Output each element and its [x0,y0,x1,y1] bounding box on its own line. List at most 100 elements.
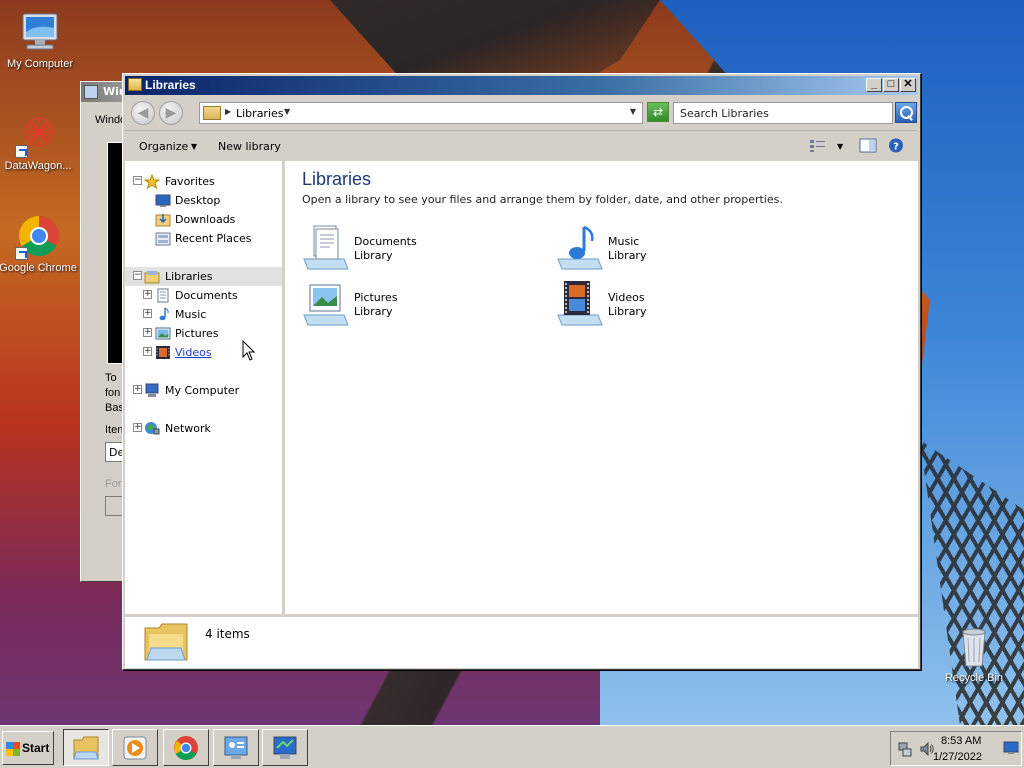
libraries-folder-icon [203,106,221,120]
search-icon[interactable] [895,102,917,123]
expand-icon[interactable]: + [133,385,142,394]
minimize-button[interactable]: _ [866,78,882,92]
control-panel-icon [224,736,248,759]
nav-item-recent-places[interactable]: Recent Places [125,229,282,248]
background-window-disabled-label: For [105,478,122,490]
nav-item-libraries[interactable]: − Libraries [125,267,282,286]
address-history-dropdown-icon[interactable]: ▼ [630,107,636,116]
background-window-text-line: To [105,372,117,384]
view-dropdown-icon[interactable]: ▼ [837,142,843,151]
desktop-icon-label: DataWagon... [4,160,72,172]
background-window-text-line: fon [105,387,121,399]
explorer-folder-icon [73,736,99,760]
refresh-button[interactable]: ⇄ [647,102,669,122]
expand-icon[interactable]: + [143,347,152,356]
page-title: Libraries [302,169,372,189]
back-button[interactable]: ◀ [131,101,155,125]
nav-item-network[interactable]: + Network [125,419,282,438]
network-status-icon[interactable] [897,741,913,757]
breadcrumb-libraries[interactable]: Libraries [236,107,284,120]
forward-button[interactable]: ▶ [159,101,183,125]
breadcrumb-dropdown-icon[interactable]: ▼ [284,107,290,116]
desktop-icon-my-computer[interactable]: My Computer [0,10,80,70]
content-pane: Libraries Open a library to see your fil… [285,161,918,614]
library-pictures[interactable]: Pictures Library [302,279,542,331]
start-button[interactable]: Start [2,731,54,765]
taskbar-chrome-button[interactable] [163,729,209,766]
help-icon[interactable]: ? [887,138,905,153]
address-bar-row: ◀ ▶ ▶ Libraries ▼ ▼ ⇄ Search Libraries [125,96,918,128]
recycle-bin-icon [951,624,997,670]
background-window-item-label: Iten [105,424,124,436]
title-bar[interactable]: Libraries _ □ ✕ [125,76,918,95]
library-music[interactable]: Music Library [556,223,796,275]
libraries-folder-icon [144,623,188,661]
nav-item-my-computer[interactable]: + My Computer [125,381,282,400]
expand-icon[interactable]: + [143,309,152,318]
taskbar-remote-desktop-button[interactable] [262,729,308,766]
chrome-icon [174,736,198,761]
music-note-icon [159,307,169,321]
clock-time[interactable]: 8:53 AM [941,735,981,747]
change-view-icon[interactable] [809,138,827,153]
library-label: Documents Library [354,235,417,262]
documents-icon [157,288,169,303]
show-desktop-icon[interactable] [1003,741,1019,755]
desktop-icon-datawagon[interactable]: DataWagon... [0,112,78,172]
datawagon-icon [15,112,61,158]
breadcrumb-chevron-icon[interactable]: ▶ [225,107,231,116]
library-documents[interactable]: Documents Library [302,223,542,275]
desktop-icon-label: Google Chrome [0,262,77,274]
page-description: Open a library to see your files and arr… [302,193,783,206]
organize-button[interactable]: Organize [139,140,188,153]
music-library-icon [557,225,603,270]
taskbar-media-player-button[interactable] [112,729,158,766]
library-videos[interactable]: Videos Library [556,279,796,331]
command-bar: Organize ▼ New library ▼ ? [125,130,918,160]
expand-icon[interactable]: + [143,290,152,299]
desktop-icon-recycle-bin[interactable]: Recycle Bin [934,624,1014,684]
pictures-library-icon [303,284,349,326]
collapse-icon[interactable]: − [133,176,142,185]
system-tray: 8:53 AM 1/27/2022 [890,731,1022,766]
nav-item-desktop[interactable]: Desktop [125,191,282,210]
nav-item-pictures[interactable]: + Pictures [125,324,282,343]
desktop-icon-label: Recycle Bin [944,672,1004,684]
network-icon [145,422,160,435]
close-button[interactable]: ✕ [900,78,916,92]
recent-places-icon [155,232,171,246]
nav-item-downloads[interactable]: Downloads [125,210,282,229]
maximize-button[interactable]: □ [883,78,899,92]
taskbar-explorer-button[interactable] [63,729,109,766]
remote-desktop-icon [273,736,297,759]
collapse-icon[interactable]: − [133,271,142,280]
expand-icon[interactable]: + [143,328,152,337]
explorer-window[interactable]: Libraries _ □ ✕ ◀ ▶ ▶ Libraries ▼ ▼ ⇄ Se… [122,73,921,670]
nav-item-videos[interactable]: + Videos [125,343,282,362]
libraries-folder-icon [128,78,142,91]
star-icon [144,174,160,189]
navigation-pane: − Favorites Desktop Downloads Recent Pla… [125,161,283,614]
new-library-button[interactable]: New library [218,140,281,153]
desktop-icon-label: My Computer [6,58,74,70]
preview-pane-icon[interactable] [859,138,877,153]
expand-icon[interactable]: + [133,423,142,432]
details-pane: 4 items [125,616,918,668]
nav-item-music[interactable]: + Music [125,305,282,324]
taskbar-control-panel-button[interactable] [213,729,259,766]
downloads-folder-icon [155,214,171,227]
videos-library-icon [557,281,603,326]
libraries-folder-icon [144,271,160,284]
address-bar[interactable]: ▶ Libraries ▼ ▼ [199,102,643,124]
organize-dropdown-icon[interactable]: ▼ [191,142,197,151]
window-title: Libraries [145,78,196,92]
desktop-icon-google-chrome[interactable]: Google Chrome [0,214,78,274]
nav-item-favorites[interactable]: − Favorites [125,172,282,191]
computer-icon [17,10,63,56]
svg-text:?: ? [893,142,899,153]
nav-item-documents[interactable]: + Documents [125,286,282,305]
desktop-icon [155,194,171,207]
documents-library-icon [303,225,349,270]
search-input[interactable]: Search Libraries [673,102,893,124]
clock-date[interactable]: 1/27/2022 [933,751,982,763]
